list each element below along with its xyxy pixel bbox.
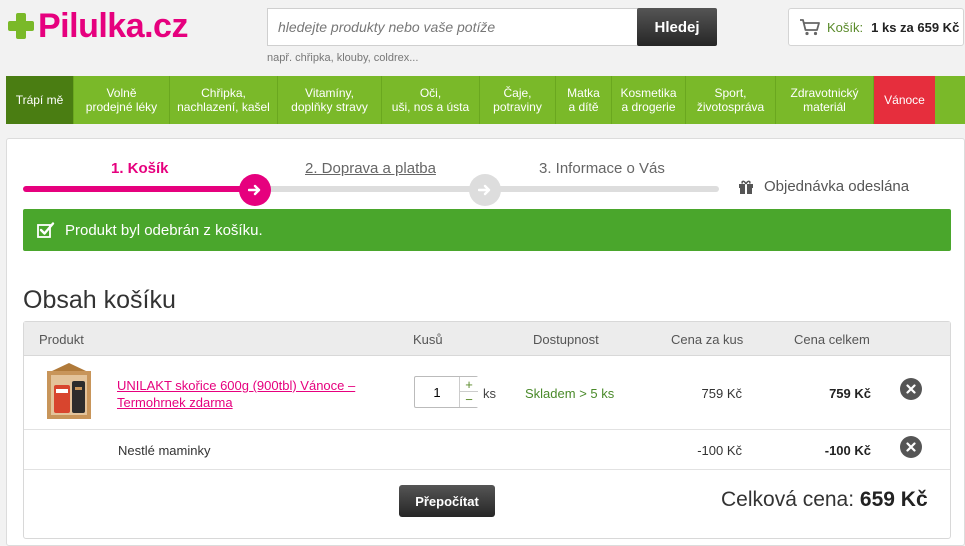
quantity-input[interactable] — [415, 377, 459, 407]
quantity-decrease-button[interactable]: − — [459, 392, 478, 407]
search-hint: např. chřipka, klouby, coldrex... — [267, 52, 419, 64]
cart-summary: 1 ks za 659 Kč — [871, 19, 960, 35]
header-cart[interactable]: Košík: 1 ks za 659 Kč — [788, 8, 964, 46]
step-marker-current — [239, 174, 271, 206]
cart-total: Celková cena: 659 Kč — [721, 488, 928, 512]
cart-panel: 1. Košík 2. Doprava a platba 3. Informac… — [6, 138, 965, 546]
step-marker-next — [469, 174, 501, 206]
table-row: UNILAKT skořice 600g (900tbl) Vánoce – T… — [24, 356, 950, 430]
site-logo[interactable]: Pilulka.cz — [6, 8, 188, 44]
quantity-unit: ks — [483, 386, 496, 401]
cart-table-header: Produkt Kusů Dostupnost Cena za kus Cena… — [24, 322, 950, 356]
nav-item-zdravotnicky-material[interactable]: Zdravotnický materiál — [776, 76, 874, 124]
total-label: Celková cena: — [721, 488, 855, 511]
nav-item-caje[interactable]: Čaje, potraviny — [480, 76, 556, 124]
checkout-steps: 1. Košík 2. Doprava a platba 3. Informac… — [7, 139, 965, 209]
site-header: Pilulka.cz Hledej např. chřipka, klouby,… — [0, 0, 965, 76]
nav-item-chripka[interactable]: Chřipka, nachlazení, kašel — [170, 76, 278, 124]
discount-total-price: -100 Kč — [824, 443, 871, 458]
total-price: 759 Kč — [829, 386, 871, 401]
cart-table: Produkt Kusů Dostupnost Cena za kus Cena… — [23, 321, 951, 539]
discount-name: Nestlé maminky — [118, 443, 211, 458]
table-row: Nestlé maminky -100 Kč -100 Kč — [24, 430, 950, 470]
search-bar: Hledej — [267, 8, 717, 46]
quantity-increase-button[interactable]: + — [459, 377, 478, 392]
column-availability: Dostupnost — [533, 332, 599, 347]
total-amount: 659 Kč — [859, 488, 928, 511]
nav-item-vanoce[interactable]: Vánoce — [874, 76, 935, 124]
nav-item-trapi-me[interactable]: Trápí mě — [6, 76, 74, 124]
cart-title: Obsah košíku — [23, 286, 176, 314]
nav-item-matka-dite[interactable]: Matka a dítě — [556, 76, 612, 124]
product-thumbnail[interactable] — [42, 361, 96, 423]
column-product: Produkt — [39, 332, 84, 347]
checkbox-check-icon — [37, 222, 55, 238]
recalculate-button[interactable]: Přepočítat — [399, 485, 495, 517]
close-icon — [906, 442, 916, 452]
remove-discount-button[interactable] — [900, 436, 922, 458]
product-link[interactable]: UNILAKT skořice 600g (900tbl) Vánoce – T… — [117, 377, 362, 411]
step-order-sent-label: Objednávka odeslána — [764, 178, 910, 195]
step-customer-info: 3. Informace o Vás — [539, 160, 665, 177]
discount-unit-price: -100 Kč — [697, 443, 742, 458]
column-total-price: Cena celkem — [794, 332, 870, 347]
shopping-cart-icon — [800, 19, 820, 36]
search-button[interactable]: Hledej — [637, 8, 717, 46]
arrow-right-icon — [478, 184, 491, 196]
success-alert: Produkt byl odebrán z košíku. — [23, 209, 951, 251]
column-qty: Kusů — [413, 332, 443, 347]
availability-status: Skladem > 5 ks — [525, 386, 615, 401]
unit-price: 759 Kč — [701, 386, 742, 401]
logo-plus-icon — [6, 11, 36, 41]
arrow-right-icon — [248, 184, 261, 196]
step-cart: 1. Košík — [111, 160, 169, 177]
progress-bar-done — [23, 186, 259, 192]
step-shipping-payment[interactable]: 2. Doprava a platba — [305, 160, 436, 177]
nav-item-oci-usi[interactable]: Oči, uši, nos a ústa — [382, 76, 480, 124]
quantity-stepper: + − — [414, 376, 478, 408]
logo-text: Pilulka.cz — [38, 7, 188, 45]
remove-item-button[interactable] — [900, 378, 922, 400]
nav-item-vitaminy[interactable]: Vitamíny, doplňky stravy — [278, 76, 382, 124]
nav-item-volne-prodejne-leky[interactable]: Volně prodejné léky — [74, 76, 170, 124]
alert-message: Produkt byl odebrán z košíku. — [65, 221, 263, 239]
nav-item-kosmetika[interactable]: Kosmetika a drogerie — [612, 76, 686, 124]
step-order-sent: Objednávka odeslána — [738, 178, 909, 195]
search-input[interactable] — [267, 8, 639, 46]
close-icon — [906, 384, 916, 394]
gift-icon — [739, 180, 753, 194]
category-nav: Trápí mě Volně prodejné léky Chřipka, na… — [6, 76, 965, 124]
cart-label: Košík: — [827, 19, 864, 35]
column-unit-price: Cena za kus — [671, 332, 744, 347]
nav-item-sport[interactable]: Sport, životospráva — [686, 76, 776, 124]
